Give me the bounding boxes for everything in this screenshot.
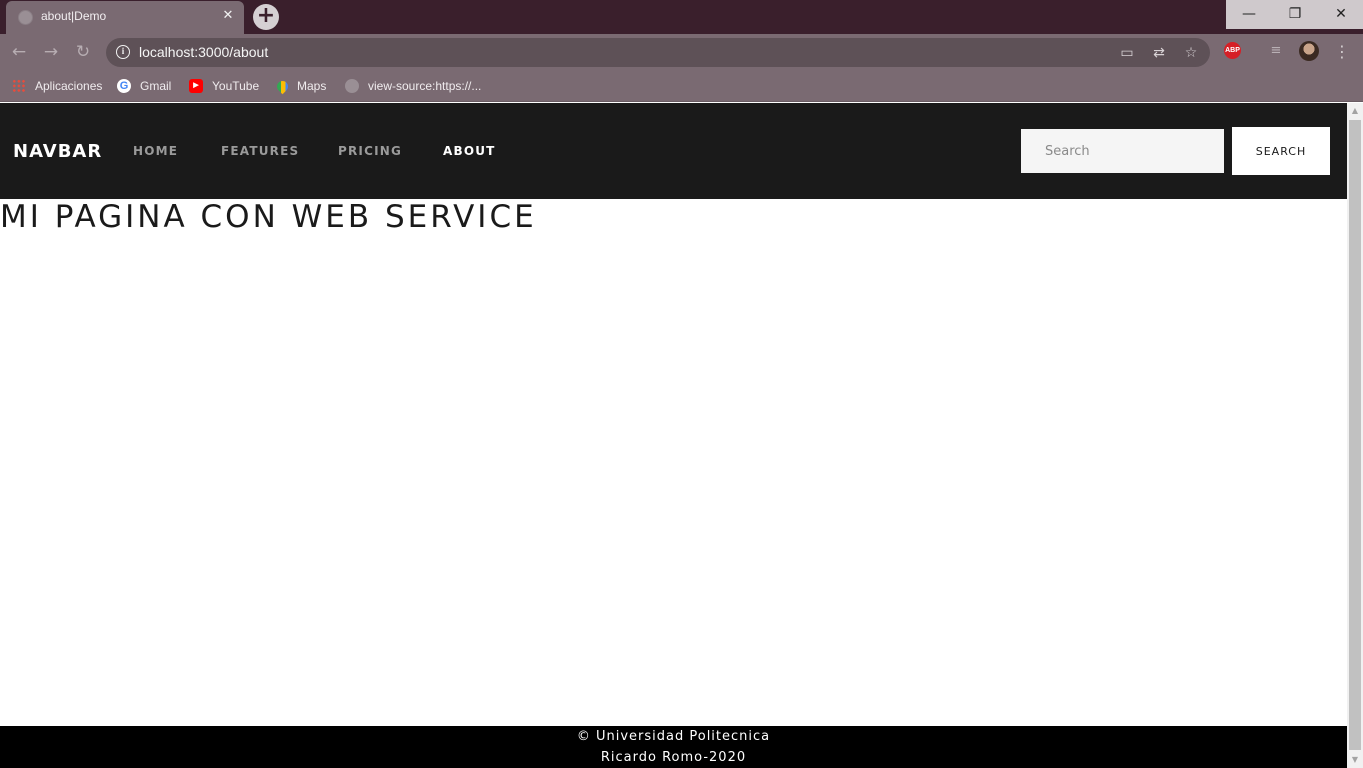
- browser-toolbar: ← → ↻ i localhost:3000/about ▭ ⇄ ☆ ABP ≡…: [0, 34, 1363, 70]
- bookmark-star-icon[interactable]: ☆: [1182, 44, 1200, 62]
- bookmark-label: Maps: [297, 79, 327, 93]
- bookmark-label: Aplicaciones: [35, 79, 103, 93]
- media-queue-icon[interactable]: ≡: [1267, 43, 1285, 59]
- new-tab-button[interactable]: +: [253, 4, 279, 30]
- nav-link-pricing[interactable]: PRICING: [338, 144, 402, 158]
- page-scrollbar[interactable]: ▲ ▼: [1347, 103, 1363, 768]
- page-viewport: NAVBAR HOME FEATURES PRICING ABOUT SEARC…: [0, 103, 1363, 768]
- bookmark-maps[interactable]: Maps: [274, 77, 327, 95]
- reload-icon[interactable]: ↻: [73, 43, 93, 61]
- nav-link-about[interactable]: ABOUT: [443, 144, 496, 158]
- browser-menu-icon[interactable]: ⋮: [1334, 42, 1350, 62]
- search-input[interactable]: [1021, 129, 1224, 173]
- google-icon: G: [117, 79, 131, 93]
- search-button[interactable]: SEARCH: [1232, 127, 1330, 175]
- bookmark-label: Gmail: [140, 79, 172, 93]
- scroll-down-arrow-icon[interactable]: ▼: [1347, 752, 1363, 768]
- browser-tab[interactable]: about|Demo ✕: [6, 1, 244, 34]
- nav-link-features[interactable]: FEATURES: [221, 144, 299, 158]
- bookmark-aplicaciones[interactable]: Aplicaciones: [12, 77, 102, 95]
- scroll-up-arrow-icon[interactable]: ▲: [1347, 103, 1363, 119]
- youtube-icon: ▶: [189, 79, 203, 93]
- apps-icon: [12, 79, 26, 93]
- tab-close-icon[interactable]: ✕: [220, 8, 236, 24]
- maps-icon: [274, 78, 291, 94]
- page-title: MI PAGINA CON WEB SERVICE: [0, 199, 537, 235]
- site-footer: © Universidad Politecnica Ricardo Romo-2…: [0, 726, 1347, 768]
- translate-icon[interactable]: ⇄: [1150, 44, 1168, 62]
- profile-avatar[interactable]: [1299, 41, 1319, 61]
- site-info-icon[interactable]: i: [116, 45, 130, 59]
- bookmark-gmail[interactable]: G Gmail: [117, 77, 171, 95]
- nav-link-home[interactable]: HOME: [133, 144, 178, 158]
- close-window-button[interactable]: ✕: [1318, 0, 1363, 29]
- cast-icon[interactable]: ▭: [1118, 44, 1136, 62]
- bookmarks-bar: Aplicaciones G Gmail ▶ YouTube Maps view…: [0, 70, 1363, 102]
- globe-icon: [345, 79, 359, 93]
- bookmark-label: YouTube: [212, 79, 260, 93]
- adblock-icon[interactable]: ABP: [1224, 42, 1241, 59]
- site-navbar: NAVBAR HOME FEATURES PRICING ABOUT SEARC…: [0, 103, 1347, 199]
- back-arrow-icon[interactable]: ←: [9, 43, 29, 61]
- browser-titlebar: about|Demo ✕ + — ❐ ✕: [0, 0, 1363, 34]
- tab-title: about|Demo: [41, 9, 107, 23]
- navbar-brand[interactable]: NAVBAR: [13, 141, 102, 162]
- forward-arrow-icon[interactable]: →: [41, 43, 61, 61]
- footer-author: Ricardo Romo-2020: [600, 750, 747, 765]
- footer-copyright: © Universidad Politecnica: [576, 729, 771, 744]
- scroll-thumb[interactable]: [1349, 120, 1361, 750]
- bookmark-label: view-source:https://...: [368, 79, 482, 93]
- address-url[interactable]: localhost:3000/about: [139, 44, 268, 60]
- tab-favicon-icon: [18, 10, 33, 25]
- restore-button[interactable]: ❐: [1272, 0, 1318, 29]
- bookmark-view-source[interactable]: view-source:https://...: [345, 77, 481, 95]
- minimize-button[interactable]: —: [1226, 0, 1272, 29]
- address-bar[interactable]: i localhost:3000/about ▭ ⇄ ☆: [106, 38, 1210, 67]
- bookmark-youtube[interactable]: ▶ YouTube: [189, 77, 259, 95]
